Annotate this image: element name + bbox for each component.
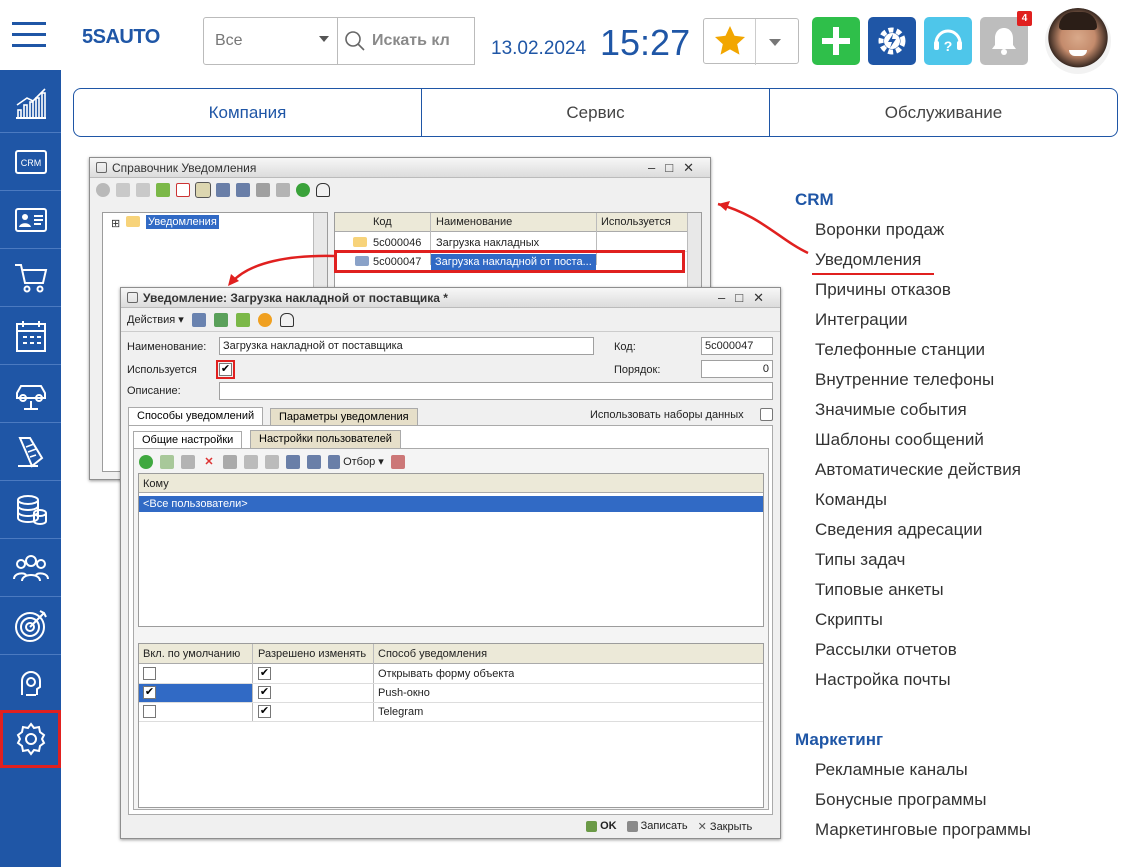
annotation-arrows — [228, 201, 809, 286]
